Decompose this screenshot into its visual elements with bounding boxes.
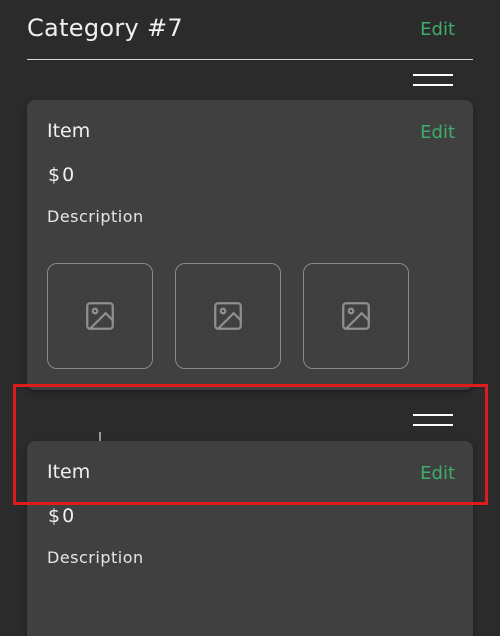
category-header: Category #7 Edit [27,12,473,52]
item-price: $0 [48,164,77,186]
category-edit-button[interactable]: Edit [420,19,455,40]
image-placeholder-icon [86,302,114,330]
item-edit-button[interactable]: Edit [420,463,455,484]
item-title: Item [47,120,91,142]
item-edit-button[interactable]: Edit [420,122,455,143]
category-divider [27,59,473,60]
image-slot-3[interactable] [303,263,409,369]
image-slot-1[interactable] [47,263,153,369]
item-title: Item [47,461,91,483]
category-screen: Category #7 Edit Item Edit $0 Descriptio… [0,0,500,636]
image-placeholder-icon [214,302,242,330]
item-price: $0 [48,505,77,527]
item-card[interactable]: Item Edit $0 Description [27,100,473,390]
drag-handle-icon[interactable] [413,73,453,89]
drag-handle-icon[interactable] [413,413,453,429]
category-title: Category #7 [27,14,183,42]
image-placeholder-icon [342,302,370,330]
item-description: Description [47,548,144,567]
image-slot-2[interactable] [175,263,281,369]
item-description: Description [47,207,144,226]
item-card[interactable]: Item Edit $0 Description [27,441,473,636]
